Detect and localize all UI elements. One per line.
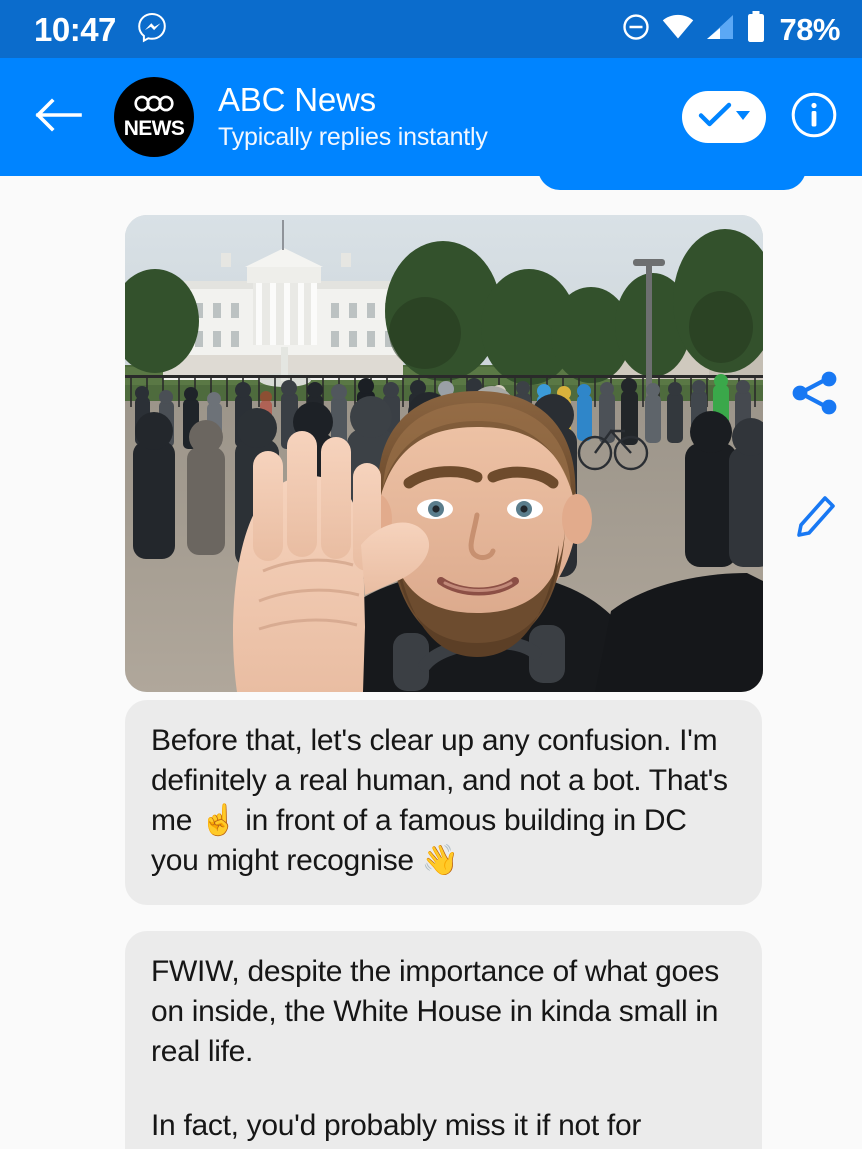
info-button[interactable] (788, 91, 840, 143)
share-icon (789, 369, 841, 422)
messenger-chat-icon (136, 11, 168, 48)
messenger-chat-screen: 10:47 78% NEWS ABC News Typically replie… (0, 0, 862, 1149)
back-arrow-icon (34, 95, 82, 140)
avatar[interactable]: NEWS (114, 77, 194, 157)
cell-signal-icon (705, 14, 735, 45)
photo-content (125, 215, 763, 692)
do-not-disturb-icon (621, 12, 651, 47)
subscribed-toggle-button[interactable] (682, 91, 766, 143)
battery-icon (746, 10, 766, 48)
info-icon (790, 91, 838, 144)
message-action-rail (782, 366, 848, 548)
header-actions (682, 91, 840, 143)
page-title: ABC News (218, 81, 376, 119)
message-text: FWIW, despite the importance of what goe… (151, 955, 719, 1068)
chevron-down-icon (735, 108, 751, 126)
chat-header: NEWS ABC News Typically replies instantl… (0, 58, 862, 176)
back-button[interactable] (30, 89, 86, 145)
share-button[interactable] (786, 366, 844, 424)
wifi-icon (662, 14, 694, 45)
checkmark-icon (698, 101, 732, 134)
status-bar-system-icons: 78% (621, 10, 840, 48)
pencil-edit-icon (792, 493, 838, 546)
message-list[interactable]: Before that, let's clear up any confusio… (0, 176, 862, 1149)
status-bar: 10:47 78% (0, 0, 862, 58)
status-bar-time: 10:47 (34, 10, 116, 48)
outgoing-message-bubble[interactable] (538, 176, 806, 190)
avatar-label: NEWS (123, 117, 185, 140)
abc-logo-icon (134, 95, 174, 117)
message-text: Before that, let's clear up any confusio… (151, 724, 728, 877)
incoming-message-bubble[interactable]: Before that, let's clear up any confusio… (125, 700, 762, 905)
header-subtitle: Typically replies instantly (218, 122, 488, 151)
incoming-message-bubble[interactable]: FWIW, despite the importance of what goe… (125, 931, 762, 1149)
battery-percentage: 78% (779, 11, 840, 47)
status-bar-notification-icons (136, 11, 168, 48)
message-text: In fact, you'd probably miss it if not f… (151, 1108, 642, 1142)
edit-button[interactable] (786, 490, 844, 548)
white-house-selfie-photo[interactable] (125, 215, 763, 692)
header-title-block[interactable]: ABC News Typically replies instantly (218, 81, 488, 152)
